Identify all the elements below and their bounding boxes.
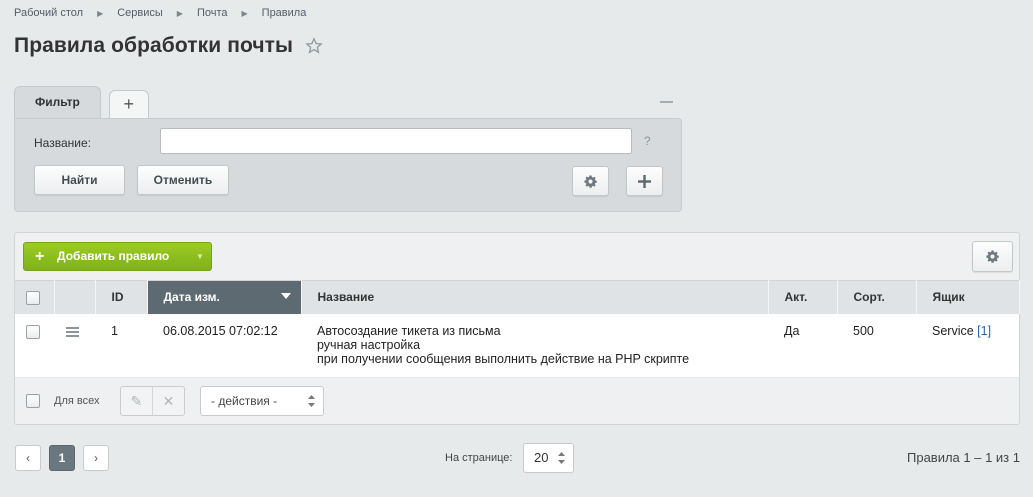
actions-select-value: - действия - xyxy=(211,394,278,408)
grid-footer: Для всех ✎ ✕ - действия - xyxy=(15,378,1019,423)
plus-icon: + xyxy=(35,248,45,265)
row-mailbox-name: Service xyxy=(932,323,974,338)
breadcrumb-separator-icon: ▶ xyxy=(176,8,183,18)
breadcrumb-item-rules[interactable]: Правила xyxy=(262,7,307,19)
add-rule-label: Добавить правило xyxy=(57,249,170,263)
table-row[interactable]: 1 06.08.2015 07:02:12 Автосоздание тикет… xyxy=(15,313,1019,378)
hamburger-menu-icon[interactable] xyxy=(66,326,79,337)
header-actions-column xyxy=(54,280,96,314)
table-header-row: ID Дата изм. Название Акт. Сорт. Ящик xyxy=(15,280,1020,314)
updown-arrows-icon xyxy=(308,395,315,407)
tab-filter[interactable]: Фильтр xyxy=(14,86,101,118)
row-mailbox-link[interactable]: [1] xyxy=(977,324,991,338)
header-name[interactable]: Название xyxy=(301,280,769,314)
header-sort[interactable]: Сорт. xyxy=(837,280,917,314)
header-active[interactable]: Акт. xyxy=(768,280,838,314)
for-all-label: Для всех xyxy=(54,395,100,407)
grid-settings-button[interactable] xyxy=(972,241,1013,272)
total-count-label: Правила 1 – 1 из 1 xyxy=(907,450,1020,465)
filter-name-label: Название: xyxy=(34,136,91,150)
filter-panel: Название: ? Найти Отменить xyxy=(14,118,682,212)
row-mailbox: Service [1] xyxy=(916,313,1019,378)
filter-name-input[interactable] xyxy=(160,128,632,154)
gear-icon xyxy=(584,175,597,189)
page-1-button[interactable]: 1 xyxy=(49,445,75,471)
star-icon[interactable] xyxy=(305,37,323,55)
row-active: Да xyxy=(768,313,837,378)
filter-tabs: Фильтр + xyxy=(14,86,149,118)
row-name-line: ручная настройка xyxy=(317,337,421,352)
breadcrumb-separator-icon: ▶ xyxy=(97,8,104,18)
grid-panel: + Добавить правило ▼ ID Дата изм. Назван… xyxy=(14,232,1020,425)
row-name-line: при получении сообщения выполнить действ… xyxy=(317,351,690,366)
rules-table: ID Дата изм. Название Акт. Сорт. Ящик 1 … xyxy=(15,280,1020,378)
header-date-modified[interactable]: Дата изм. xyxy=(147,280,302,314)
plus-icon xyxy=(638,175,651,189)
header-mailbox[interactable]: Ящик xyxy=(916,280,1020,314)
row-name: Автосоздание тикета из письма ручная нас… xyxy=(301,313,768,378)
per-page-select[interactable]: 20 xyxy=(523,443,574,473)
per-page-label: На странице: xyxy=(445,452,513,464)
updown-arrows-icon xyxy=(558,452,565,464)
breadcrumb-item-desktop[interactable]: Рабочий стол xyxy=(14,7,83,19)
gear-icon xyxy=(986,250,999,264)
row-date: 06.08.2015 07:02:12 xyxy=(147,313,301,378)
add-filter-tab-button[interactable]: + xyxy=(108,90,149,118)
cancel-button[interactable]: Отменить xyxy=(137,165,229,195)
delete-icon[interactable]: ✕ xyxy=(152,387,184,415)
for-all-checkbox[interactable] xyxy=(26,394,40,408)
actions-select[interactable]: - действия - xyxy=(200,386,324,416)
filter-settings-button[interactable] xyxy=(572,166,609,196)
row-id: 1 xyxy=(95,313,147,378)
row-menu-cell xyxy=(54,313,95,378)
add-rule-button[interactable]: + Добавить правило ▼ xyxy=(23,242,212,271)
breadcrumb: Рабочий стол ▶ Сервисы ▶ Почта ▶ Правила xyxy=(14,7,306,19)
help-icon[interactable]: ? xyxy=(644,134,651,148)
breadcrumb-item-mail[interactable]: Почта xyxy=(197,7,228,19)
find-button[interactable]: Найти xyxy=(34,165,125,195)
breadcrumb-separator-icon: ▶ xyxy=(241,8,248,18)
row-checkbox[interactable] xyxy=(26,325,40,340)
title-row: Правила обработки почты xyxy=(14,34,323,58)
dropdown-caret-icon[interactable]: ▼ xyxy=(196,243,204,270)
select-all-checkbox[interactable] xyxy=(26,290,40,305)
next-page-button[interactable]: › xyxy=(83,445,109,471)
header-id[interactable]: ID xyxy=(95,280,148,314)
edit-icon[interactable]: ✎ xyxy=(121,387,152,415)
row-sort: 500 xyxy=(837,313,916,378)
row-name-line: Автосоздание тикета из письма xyxy=(317,323,501,338)
breadcrumb-item-services[interactable]: Сервисы xyxy=(117,7,163,19)
sort-desc-icon xyxy=(280,293,291,299)
add-filter-field-button[interactable] xyxy=(626,166,663,196)
row-checkbox-cell xyxy=(15,313,54,378)
prev-page-button[interactable]: ‹ xyxy=(15,445,41,471)
header-date-label: Дата изм. xyxy=(163,290,220,305)
group-action-buttons: ✎ ✕ xyxy=(120,386,185,416)
per-page-value: 20 xyxy=(534,450,549,465)
page-title: Правила обработки почты xyxy=(14,34,294,57)
collapse-filter-icon[interactable] xyxy=(660,101,673,103)
select-all-cell xyxy=(15,280,55,314)
